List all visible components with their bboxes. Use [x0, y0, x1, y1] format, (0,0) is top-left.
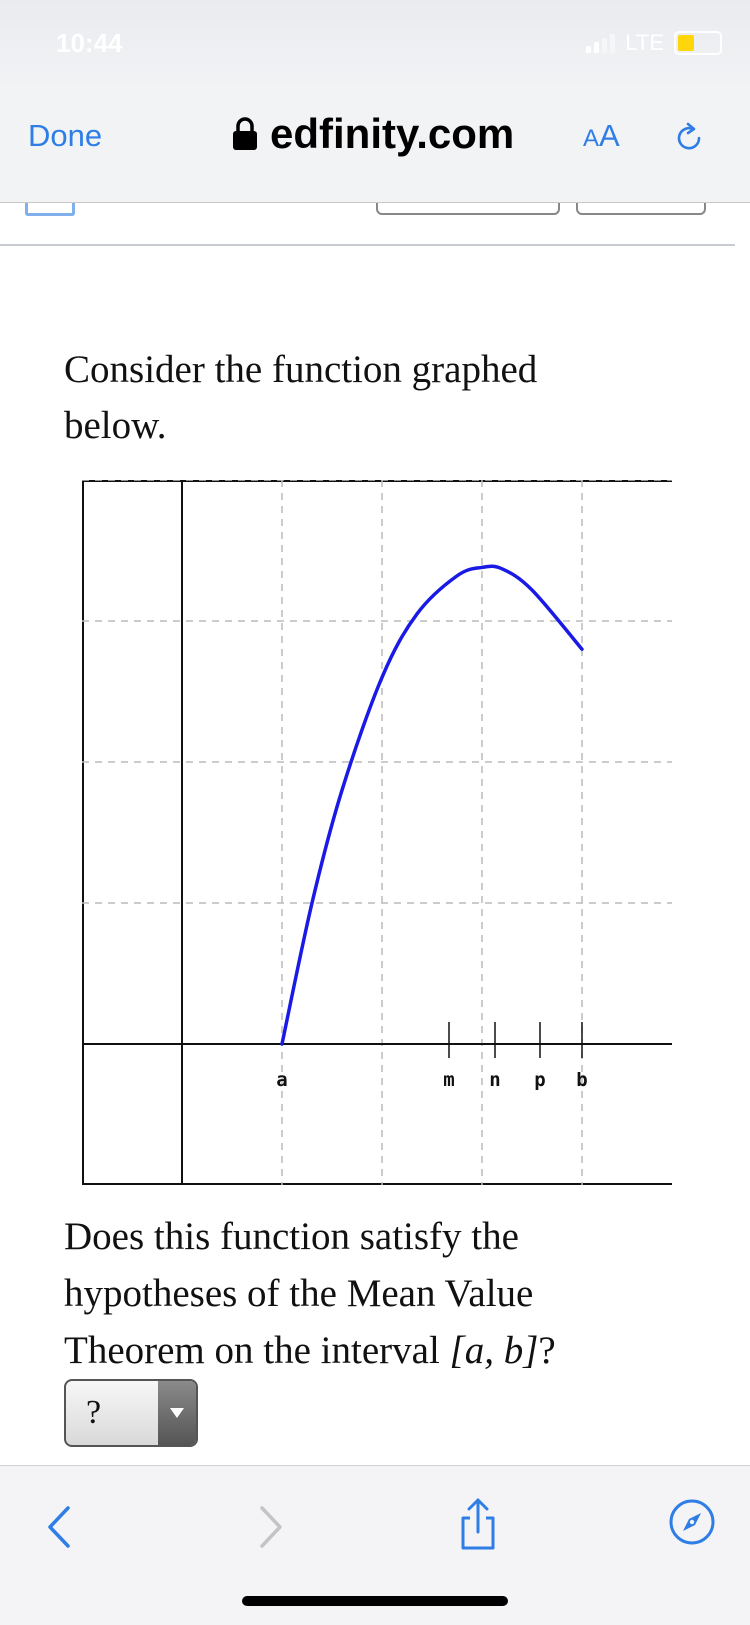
battery-icon [674, 31, 722, 55]
page-button-partial[interactable] [376, 203, 560, 215]
problem-question: Does this function satisfy the hypothese… [64, 1208, 584, 1379]
answer-selected-value: ? [86, 1394, 102, 1431]
dropdown-arrow-icon [158, 1381, 196, 1445]
forward-icon[interactable] [254, 1502, 288, 1552]
status-bar: 10:44 LTE [0, 0, 750, 90]
question-mark: ? [538, 1329, 556, 1372]
network-label: LTE [625, 30, 664, 55]
status-time: 10:44 [56, 28, 123, 58]
url-domain: edfinity.com [270, 110, 515, 157]
page-button-partial[interactable] [576, 203, 706, 215]
status-indicators: LTE [586, 30, 722, 56]
answer-dropdown[interactable]: ? [64, 1379, 198, 1447]
back-icon[interactable] [42, 1502, 76, 1552]
function-curve [280, 564, 584, 1046]
page-header-remnants [0, 203, 750, 243]
lock-icon [233, 117, 257, 150]
address-bar[interactable]: edfinity.com [232, 110, 514, 158]
browser-nav-bar: Done edfinity.com AA [0, 90, 750, 203]
divider [0, 244, 735, 246]
share-icon[interactable] [456, 1496, 500, 1552]
x-tick-label: n [489, 1069, 500, 1091]
interval-notation: [a, b] [449, 1329, 539, 1372]
function-graph: amnpb [82, 480, 672, 1185]
done-button[interactable]: Done [28, 118, 102, 154]
page-control-partial[interactable] [25, 203, 75, 216]
x-tick-label: b [576, 1069, 587, 1091]
reload-icon[interactable] [672, 120, 706, 154]
home-indicator [242, 1596, 508, 1606]
signal-icon [586, 33, 616, 53]
x-tick-label: p [534, 1069, 545, 1091]
x-tick-label: m [443, 1069, 454, 1091]
x-tick-label: a [276, 1069, 287, 1091]
problem-prompt: Consider the function graphed below. [64, 348, 538, 447]
compass-icon[interactable] [668, 1498, 716, 1546]
text-size-button[interactable]: AA [583, 118, 620, 154]
